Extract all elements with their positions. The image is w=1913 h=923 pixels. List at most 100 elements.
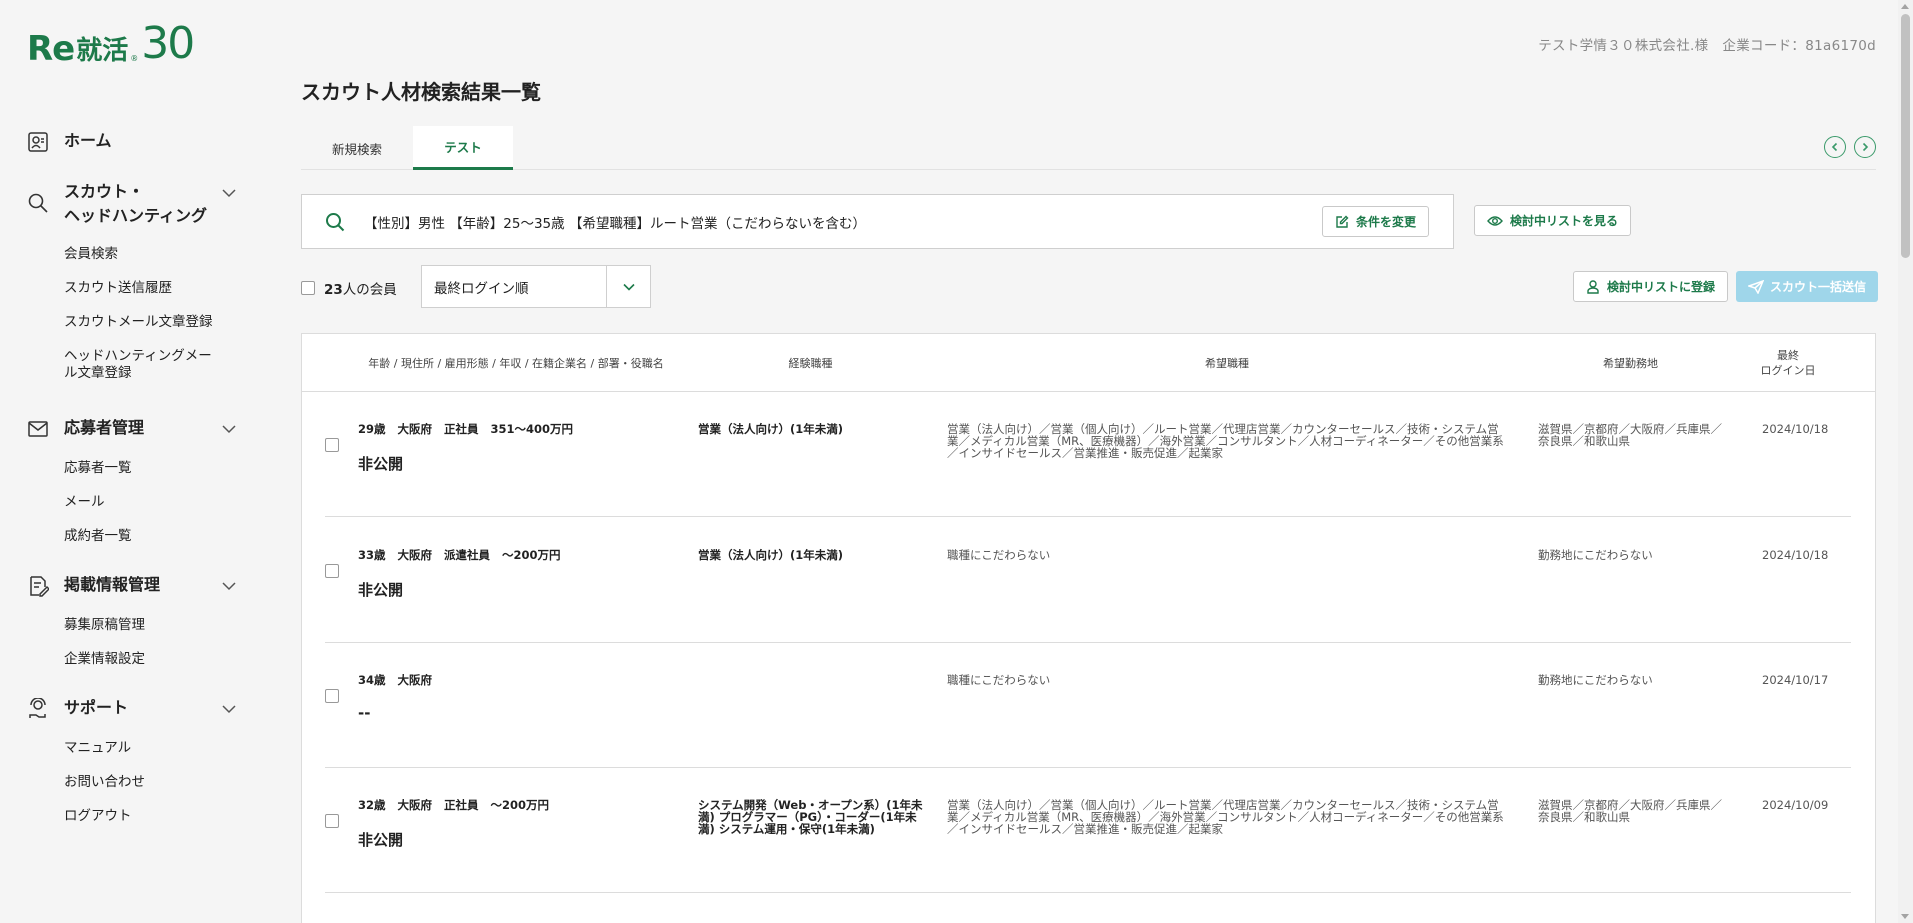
row-checkbox[interactable] bbox=[325, 564, 339, 578]
header-desired-area: 希望勤務地 bbox=[1603, 356, 1658, 370]
chevron-down-icon[interactable] bbox=[221, 701, 237, 717]
add-to-watchlist-label: 検討中リストに登録 bbox=[1607, 280, 1716, 294]
row-last-login: 2024/10/18 bbox=[1762, 548, 1829, 562]
table-row[interactable]: 29歳 大阪府 正社員 351〜400万円 非公開 営業（法人向け）(1年未満) 営業… bbox=[325, 392, 1851, 517]
sidebar-label-scout-line1: スカウト・ bbox=[64, 182, 145, 201]
row-desired-job: 職種にこだわらない bbox=[947, 548, 1051, 562]
logo-re: Re bbox=[27, 29, 75, 69]
sidebar-label-postings: 掲載情報管理 bbox=[64, 575, 161, 594]
sidebar-item-scout[interactable]: スカウト・ ヘッドハンティング bbox=[27, 180, 247, 228]
row-checkbox[interactable] bbox=[325, 438, 339, 452]
sidebar-item-hired-list[interactable]: 成約者一覧 bbox=[64, 528, 247, 545]
sidebar-item-applicants[interactable]: 応募者管理 bbox=[27, 416, 247, 440]
bulk-scout-send-button[interactable]: スカウト一括送信 bbox=[1736, 271, 1879, 302]
sidebar-item-scout-mail-template[interactable]: スカウトメール文章登録 bbox=[64, 314, 247, 331]
table-row[interactable]: 32歳 大阪府 正社員 〜200万円 非公開 システム開発（Web・オープン系）(1年… bbox=[325, 768, 1851, 893]
chevron-right-icon bbox=[1862, 142, 1869, 152]
change-conditions-button[interactable]: 条件を変更 bbox=[1321, 206, 1429, 237]
sidebar-label-scout-line2: ヘッドハンティング bbox=[64, 206, 208, 225]
row-desired-job: 営業（法人向け）／営業（個人向け）／ルート営業／代理店営業／カウンターセールス／… bbox=[947, 422, 1504, 460]
row-checkbox[interactable] bbox=[325, 814, 339, 828]
nav-group-home: ホーム bbox=[27, 129, 247, 153]
chevron-down-icon[interactable] bbox=[221, 185, 237, 201]
row-profile: 33歳 大阪府 派遣社員 〜200万円 bbox=[358, 549, 561, 561]
row-desired-area: 勤務地にこだわらない bbox=[1538, 548, 1653, 562]
sort-order-select[interactable]: 最終ログイン順 bbox=[421, 265, 651, 308]
sidebar-item-support[interactable]: サポート bbox=[27, 696, 247, 720]
sort-dropdown-toggle[interactable] bbox=[606, 266, 650, 307]
sidebar-item-member-search[interactable]: 会員検索 bbox=[64, 246, 247, 263]
sidebar-item-job-posting-management[interactable]: 募集原稿管理 bbox=[64, 617, 247, 634]
row-checkbox[interactable] bbox=[325, 689, 339, 703]
row-employment: 正社員 bbox=[444, 422, 479, 436]
row-age: 29歳 bbox=[358, 422, 386, 436]
send-icon bbox=[1748, 279, 1764, 294]
home-card-icon bbox=[28, 132, 48, 152]
row-last-login: 2024/10/17 bbox=[1762, 673, 1829, 687]
edit-icon bbox=[1336, 215, 1349, 228]
member-count-suffix: 人の会員 bbox=[342, 282, 397, 298]
row-company: 非公開 bbox=[358, 581, 404, 599]
member-count: 23 bbox=[324, 282, 343, 298]
logo-registered: ® bbox=[130, 54, 139, 63]
tab-test[interactable]: テスト bbox=[413, 126, 513, 170]
tab-new-search[interactable]: 新規検索 bbox=[301, 126, 413, 170]
sidebar-label-home: ホーム bbox=[64, 131, 112, 150]
sidebar-item-scout-history[interactable]: スカウト送信履歴 bbox=[64, 280, 247, 297]
sidebar-item-postings[interactable]: 掲載情報管理 bbox=[27, 573, 247, 597]
sidebar-item-logout[interactable]: ログアウト bbox=[64, 808, 247, 825]
row-last-login: 2024/10/18 bbox=[1762, 422, 1829, 436]
logo[interactable]: Re 就活 ® 30 bbox=[27, 22, 195, 69]
company-info: テスト学情３０株式会社.様 企業コード：81a6170d bbox=[1538, 34, 1876, 54]
nav-group-applicants: 応募者管理 応募者一覧 メール 成約者一覧 bbox=[27, 416, 247, 562]
row-profile: 32歳 大阪府 正社員 〜200万円 bbox=[358, 799, 549, 811]
scroll-down-arrow[interactable] bbox=[1901, 914, 1909, 919]
row-company: -- bbox=[358, 704, 371, 722]
chevron-down-icon[interactable] bbox=[221, 578, 237, 594]
row-age: 32歳 bbox=[358, 798, 386, 812]
table-header: 年齢 / 現住所 / 雇用形態 / 年収 / 在籍企業名 / 部署・役職名 経験… bbox=[302, 334, 1875, 392]
company-name: テスト学情３０株式会社.様 bbox=[1538, 38, 1709, 54]
row-location: 大阪府 bbox=[397, 422, 433, 436]
scroll-up-arrow[interactable] bbox=[1901, 4, 1909, 9]
row-profile: 34歳 大阪府 bbox=[358, 674, 432, 686]
chevron-down-icon[interactable] bbox=[221, 421, 237, 437]
add-to-watchlist-button[interactable]: 検討中リストに登録 bbox=[1573, 271, 1729, 302]
scroll-thumb[interactable] bbox=[1901, 14, 1910, 258]
search-query-text: 【性別】男性 【年齢】25〜35歳 【希望職種】ルート営業（こだわらないを含む） bbox=[364, 215, 866, 232]
row-desired-area: 滋賀県／京都府／大阪府／兵庫県／奈良県／和歌山県 bbox=[1538, 422, 1722, 448]
view-watchlist-label: 検討中リストを見る bbox=[1510, 214, 1619, 228]
header-profile: 年齢 / 現住所 / 雇用形態 / 年収 / 在籍企業名 / 部署・役職名 bbox=[368, 356, 664, 370]
sidebar-item-mail[interactable]: メール bbox=[64, 494, 247, 511]
prev-arrow-button[interactable] bbox=[1824, 136, 1846, 158]
sidebar-item-company-settings[interactable]: 企業情報設定 bbox=[64, 651, 247, 668]
table-row[interactable]: 34歳 大阪府 -- 職種にこだわらない 勤務地にこだわらない 2024/10/1… bbox=[325, 643, 1851, 768]
row-desired-job: 職種にこだわらない bbox=[947, 673, 1051, 687]
sidebar-item-headhunting-mail-template[interactable]: ヘッドハンティングメール文章登録 bbox=[64, 348, 224, 382]
header-last-login-line1: 最終 bbox=[1777, 349, 1799, 362]
mail-icon bbox=[28, 421, 48, 437]
sidebar-item-home[interactable]: ホーム bbox=[27, 129, 247, 153]
row-experience: 営業（法人向け）(1年未満) bbox=[698, 422, 844, 436]
page-scrollbar[interactable] bbox=[1898, 0, 1913, 923]
logo-kanji: 就活 bbox=[76, 36, 129, 66]
search-icon bbox=[28, 193, 48, 213]
sidebar-item-applicant-list[interactable]: 応募者一覧 bbox=[64, 460, 247, 477]
row-income: 〜200万円 bbox=[502, 548, 561, 562]
support-icon bbox=[29, 698, 46, 718]
row-location: 大阪府 bbox=[397, 798, 433, 812]
view-watchlist-button[interactable]: 検討中リストを見る bbox=[1474, 205, 1632, 236]
sidebar-item-contact[interactable]: お問い合わせ bbox=[64, 774, 247, 791]
search-conditions-box: 【性別】男性 【年齢】25〜35歳 【希望職種】ルート営業（こだわらないを含む）… bbox=[301, 194, 1454, 249]
member-count-label: 23人の会員 bbox=[324, 278, 397, 298]
change-conditions-label: 条件を変更 bbox=[1355, 215, 1416, 229]
sidebar-item-manual[interactable]: マニュアル bbox=[64, 740, 247, 757]
table-row[interactable]: 33歳 大阪府 派遣社員 〜200万円 非公開 営業（法人向け）(1年未満) 職種にこ… bbox=[325, 518, 1851, 643]
header-last-login: 最終 ログイン日 bbox=[1738, 334, 1838, 392]
next-arrow-button[interactable] bbox=[1854, 136, 1876, 158]
edit-document-icon bbox=[30, 576, 49, 597]
select-all-checkbox[interactable] bbox=[301, 281, 315, 295]
sort-order-value: 最終ログイン順 bbox=[434, 280, 529, 297]
applicants-submenu: 応募者一覧 メール 成約者一覧 bbox=[64, 460, 247, 545]
page-title: スカウト人材検索結果一覧 bbox=[301, 80, 541, 104]
